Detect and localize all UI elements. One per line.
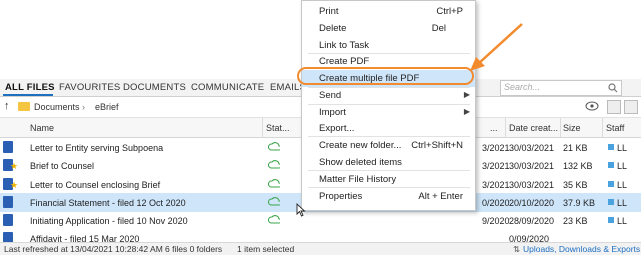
menu-item-properties[interactable]: Properties Alt + Enter xyxy=(302,188,475,205)
date-modified: 0/2020 xyxy=(482,198,510,208)
view-toggle-button[interactable] xyxy=(607,100,621,114)
menu-item-send[interactable]: Send ▶ xyxy=(302,87,475,104)
column-name[interactable]: Name xyxy=(30,123,54,133)
upload-arrows-icon: ⇅ xyxy=(513,244,521,254)
uploads-link[interactable]: Uploads, Downloads & Exports xyxy=(523,244,640,254)
active-tab-indicator xyxy=(3,94,53,96)
menu-item-export[interactable]: Export... xyxy=(302,120,475,137)
column-status[interactable]: Stat... xyxy=(266,123,290,133)
eye-icon[interactable] xyxy=(585,101,599,111)
table-row[interactable]: Affidavit - filed 15 Mar 2020 0/09/2020 xyxy=(0,229,641,242)
menu-item-import[interactable]: Import ▶ xyxy=(302,104,475,121)
menu-item-delete[interactable]: Delete Del xyxy=(302,20,475,37)
word-doc-icon xyxy=(3,214,13,226)
search-input[interactable]: Search... xyxy=(500,80,622,96)
folder-icon xyxy=(18,102,30,111)
chevron-right-icon: › xyxy=(82,102,85,112)
file-count: 6 files 0 folders xyxy=(165,244,223,254)
menu-item-show-deleted[interactable]: Show deleted items xyxy=(302,154,475,171)
date-modified: 3/2021 xyxy=(482,143,510,153)
last-refreshed: Last refreshed at 13/04/2021 10:28:42 AM xyxy=(4,244,163,254)
word-doc-icon xyxy=(3,196,13,208)
menu-item-print[interactable]: Print Ctrl+P xyxy=(302,3,475,20)
column-date-created[interactable]: Date creat... xyxy=(509,123,558,133)
file-size: 37.9 KB xyxy=(563,198,596,208)
cloud-sync-icon xyxy=(268,197,280,206)
mouse-cursor-icon xyxy=(296,203,306,217)
search-icon xyxy=(608,83,618,93)
cloud-sync-icon xyxy=(268,142,280,151)
file-size: 23 KB xyxy=(563,216,588,226)
column-staff[interactable]: Staff xyxy=(606,123,624,133)
date-modified: 3/2021 xyxy=(482,161,510,171)
file-name: Initiating Application - filed 10 Nov 20… xyxy=(30,216,188,226)
tab-documents[interactable]: DOCUMENTS xyxy=(123,82,186,93)
staff-initials: LL xyxy=(617,161,628,171)
staff-initials: LL xyxy=(617,143,628,153)
date-modified: 9/2020 xyxy=(482,216,510,226)
file-name: Letter to Counsel enclosing Brief xyxy=(30,180,161,190)
file-size: 21 KB xyxy=(563,143,588,153)
cloud-sync-icon xyxy=(268,179,280,188)
breadcrumb-documents[interactable]: Documents xyxy=(34,102,80,112)
menu-item-matter-file-history[interactable]: Matter File History xyxy=(302,171,475,188)
date-created: 0/09/2020 xyxy=(509,234,550,242)
staff-color-icon xyxy=(608,162,614,168)
word-doc-favourite-icon xyxy=(3,159,18,172)
date-created: 30/03/2021 xyxy=(509,180,555,190)
layout-toggle-button[interactable] xyxy=(624,100,638,114)
file-name: Financial Statement - filed 12 Oct 2020 xyxy=(30,198,186,208)
tab-communicate[interactable]: COMMUNICATE xyxy=(191,82,264,93)
column-date-modified[interactable]: ... xyxy=(490,123,498,133)
tab-all-files[interactable]: ALL FILES xyxy=(5,82,55,93)
cloud-sync-icon xyxy=(268,215,280,224)
staff-color-icon xyxy=(608,181,614,187)
date-created: 28/09/2020 xyxy=(509,216,555,226)
file-name: Brief to Counsel xyxy=(30,161,95,171)
up-arrow-icon[interactable]: ↑ xyxy=(4,100,10,112)
file-name: Letter to Entity serving Subpoena xyxy=(30,143,164,153)
file-size: 132 KB xyxy=(563,161,593,171)
word-doc-icon xyxy=(3,232,13,242)
staff-initials: LL xyxy=(617,216,628,226)
word-doc-icon xyxy=(3,141,13,153)
date-created: 30/03/2021 xyxy=(509,143,555,153)
annotation-arrow-icon xyxy=(470,23,523,71)
breadcrumb-ebrief[interactable]: eBrief xyxy=(95,102,119,112)
context-menu: Print Ctrl+P Delete Del Link to Task Creat… xyxy=(301,0,476,211)
submenu-arrow-icon: ▶ xyxy=(463,90,470,99)
cloud-sync-icon xyxy=(268,160,280,169)
search-placeholder: Search... xyxy=(504,82,541,92)
file-name: Affidavit - filed 15 Mar 2020 xyxy=(30,234,140,242)
column-size[interactable]: Size xyxy=(563,123,581,133)
highlight-ring xyxy=(297,67,474,85)
staff-color-icon xyxy=(608,199,614,205)
menu-item-link-to-task[interactable]: Link to Task xyxy=(302,37,475,54)
tab-favourites[interactable]: FAVOURITES xyxy=(59,82,120,93)
file-size: 35 KB xyxy=(563,180,588,190)
staff-initials: LL xyxy=(617,198,628,208)
selection-count: 1 item selected xyxy=(237,244,295,254)
staff-initials: LL xyxy=(617,180,628,190)
staff-color-icon xyxy=(608,144,614,150)
submenu-arrow-icon: ▶ xyxy=(463,107,470,116)
date-created: 30/03/2021 xyxy=(509,161,555,171)
date-created: 20/10/2020 xyxy=(509,198,555,208)
word-doc-favourite-icon xyxy=(3,178,18,191)
date-modified: 3/2021 xyxy=(482,180,510,190)
staff-color-icon xyxy=(608,217,614,223)
status-bar: Last refreshed at 13/04/2021 10:28:42 AM… xyxy=(0,242,641,255)
table-row[interactable]: Initiating Application - filed 10 Nov 20… xyxy=(0,211,641,230)
menu-item-create-new-folder[interactable]: Create new folder... Ctrl+Shift+N xyxy=(302,137,475,154)
